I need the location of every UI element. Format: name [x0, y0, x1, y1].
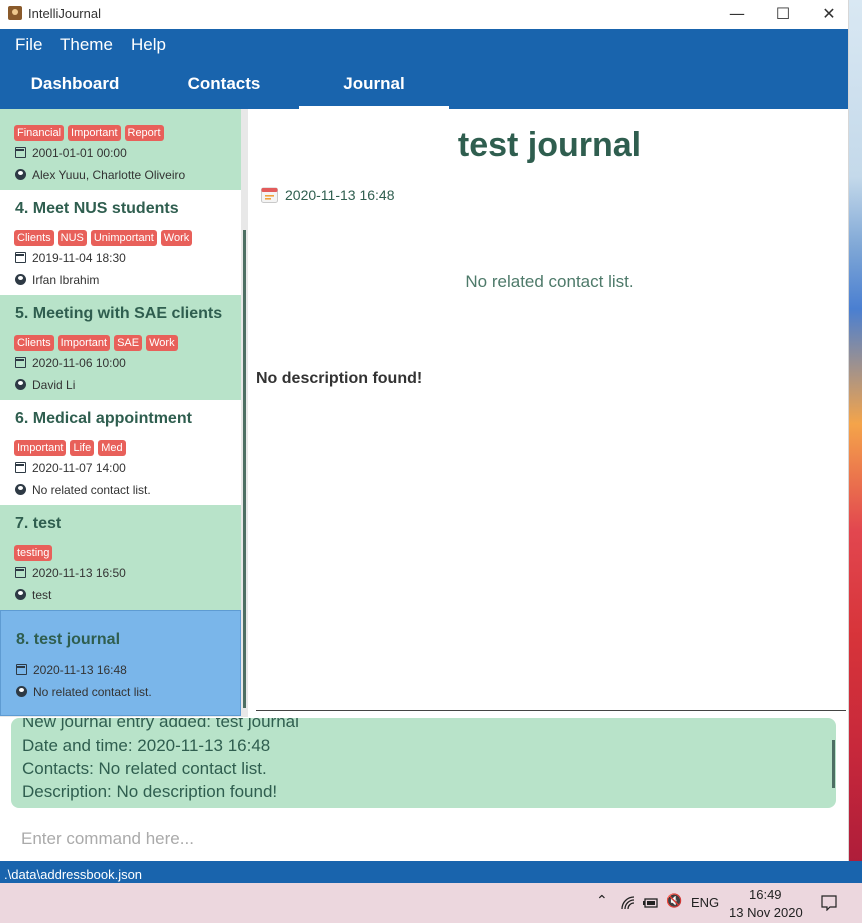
title-bar: IntelliJournal — ☐ ✕	[0, 0, 848, 29]
list-item[interactable]: 7. test testing 2020-11-13 16:50 test	[0, 505, 241, 610]
list-scrollbar[interactable]	[243, 230, 246, 708]
entry-contacts: Alex Yuuu, Charlotte Oliveiro	[32, 168, 186, 182]
entry-datetime: 2020-11-07 14:00	[32, 461, 126, 475]
tag-list: Financial Important Report	[14, 123, 168, 141]
detail-datetime: 2020-11-13 16:48	[285, 187, 395, 203]
detail-description: No description found!	[256, 370, 423, 387]
tag: NUS	[57, 230, 87, 246]
result-scrollbar[interactable]	[832, 740, 835, 788]
user-icon	[16, 686, 27, 697]
entry-contacts: No related contact list.	[33, 685, 152, 699]
tag: Med	[98, 440, 126, 456]
result-line: New journal entry added: test journal	[22, 718, 299, 731]
list-item[interactable]: 6. Medical appointment Important Life Med …	[0, 400, 241, 505]
entry-title: 5. Meeting with SAE clients	[15, 305, 223, 322]
divider	[256, 710, 846, 711]
battery-icon[interactable]	[643, 897, 659, 909]
command-input[interactable]	[10, 822, 838, 856]
tag-list: Important Life Med	[14, 438, 130, 456]
window-title: IntelliJournal	[28, 6, 101, 21]
tab-contacts[interactable]: Contacts	[149, 61, 299, 109]
entry-datetime: 2020-11-13 16:48	[33, 663, 127, 677]
entry-contacts: David Li	[32, 378, 76, 392]
speaker-muted-icon[interactable]: 🔇	[666, 894, 682, 909]
result-line: Date and time: 2020-11-13 16:48	[22, 736, 271, 755]
tag-list: testing	[14, 543, 56, 561]
entry-contacts: test	[32, 588, 52, 602]
clock-time[interactable]: 16:49	[749, 887, 782, 902]
language-indicator[interactable]: ENG	[691, 895, 719, 910]
tag: Clients	[14, 335, 54, 351]
app-icon	[8, 6, 22, 20]
entry-datetime: 2020-11-06 10:00	[32, 356, 126, 370]
tag: Financial	[14, 125, 65, 141]
list-item[interactable]: 4. Meet NUS students Clients NUS Unimporta…	[0, 190, 241, 295]
entry-title: 7. test	[15, 515, 62, 532]
minimize-icon[interactable]: —	[714, 0, 760, 29]
calendar-icon	[15, 357, 26, 368]
menu-file[interactable]: File	[15, 35, 42, 55]
user-icon	[15, 484, 26, 495]
entry-contacts: No related contact list.	[32, 483, 151, 497]
maximize-icon[interactable]: ☐	[760, 0, 806, 29]
entry-datetime: 2001-01-01 00:00	[32, 146, 127, 160]
tag: Important	[68, 125, 121, 141]
user-icon	[15, 169, 26, 180]
menu-theme[interactable]: Theme	[60, 35, 113, 55]
tag: Work	[160, 230, 193, 246]
taskbar: ⌃ 🔇 ENG 16:49 13 Nov 2020	[0, 883, 862, 923]
calendar-icon	[261, 187, 278, 203]
status-bar: .\data\addressbook.json	[0, 861, 862, 883]
tab-bar: Dashboard Contacts Journal	[0, 61, 848, 109]
entry-title: 8. test journal	[16, 631, 121, 648]
journal-entry-list[interactable]: Financial Important Report 2001-01-01 00:0…	[0, 109, 248, 717]
user-icon	[15, 379, 26, 390]
list-item-selected[interactable]: 8. test journal 2020-11-13 16:48 No rela…	[0, 610, 241, 716]
tag: Report	[124, 125, 164, 141]
entry-datetime: 2019-11-04 18:30	[32, 251, 126, 265]
user-icon	[15, 589, 26, 600]
wifi-icon[interactable]	[621, 896, 635, 910]
notification-icon[interactable]	[821, 895, 837, 911]
result-line: Contacts: No related contact list.	[22, 759, 267, 778]
tag: SAE	[114, 335, 143, 351]
status-file-path: .\data\addressbook.json	[4, 867, 143, 882]
list-item[interactable]: 5. Meeting with SAE clients Clients Impor…	[0, 295, 241, 400]
tag-list: Clients NUS Unimportant Work	[14, 228, 196, 246]
list-item[interactable]: Financial Important Report 2001-01-01 00:0…	[0, 109, 241, 190]
entry-title: 4. Meet NUS students	[15, 200, 179, 217]
entry-datetime: 2020-11-13 16:50	[32, 566, 126, 580]
calendar-icon	[16, 664, 27, 675]
calendar-icon	[15, 567, 26, 578]
menu-help[interactable]: Help	[131, 35, 166, 55]
tag: Life	[70, 440, 95, 456]
tag: Unimportant	[90, 230, 157, 246]
chevron-up-icon[interactable]: ⌃	[596, 893, 608, 909]
result-display: New journal entry added: test journal Da…	[11, 718, 836, 808]
tab-dashboard[interactable]: Dashboard	[0, 61, 150, 109]
journal-detail-panel: test journal 2020-11-13 16:48 No related…	[248, 109, 848, 717]
clock-date[interactable]: 13 Nov 2020	[729, 905, 803, 920]
tag: Clients	[14, 230, 54, 246]
menu-bar: File Theme Help	[0, 29, 848, 61]
detail-contacts: No related contact list.	[465, 272, 634, 291]
user-icon	[15, 274, 26, 285]
calendar-icon	[15, 252, 26, 263]
close-icon[interactable]: ✕	[806, 0, 852, 29]
tag: Important	[14, 440, 67, 456]
detail-title: test journal	[457, 126, 642, 164]
entry-contacts: Irfan Ibrahim	[32, 273, 100, 287]
entry-title: 6. Medical appointment	[15, 410, 192, 427]
tag-list: Clients Important SAE Work	[14, 333, 182, 351]
calendar-icon	[15, 462, 26, 473]
app-window: IntelliJournal — ☐ ✕ File Theme Help Das…	[0, 0, 848, 883]
tag: Work	[146, 335, 178, 351]
calendar-icon	[15, 147, 26, 158]
result-line: Description: No description found!	[22, 782, 278, 801]
tag: Important	[57, 335, 111, 351]
tab-journal[interactable]: Journal	[299, 61, 449, 109]
tag: testing	[14, 545, 53, 561]
